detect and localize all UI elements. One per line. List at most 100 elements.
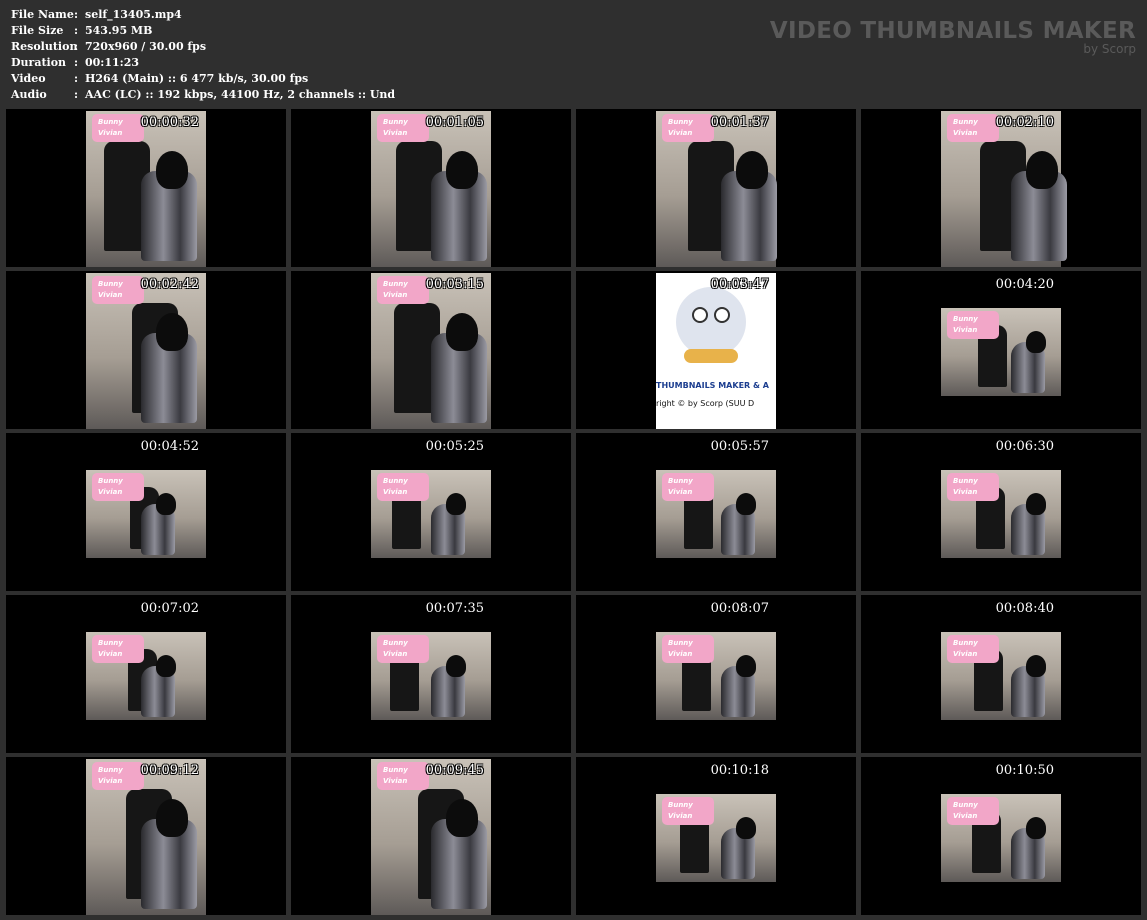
info-label: Video [11,72,46,85]
channel-badge: Bunny Vivian [662,797,714,825]
badge-line: Bunny [98,766,123,774]
badge-line: Vivian [383,488,408,496]
video-frame: Bunny Vivian [86,273,206,429]
badge-line: Vivian [383,777,408,785]
timestamp-label: 00:07:02 [140,601,199,616]
video-frame: Bunny Vivian [86,470,206,558]
figure-shape [1026,817,1046,839]
scroll-icon [684,349,738,363]
timestamp-label: 00:10:18 [710,763,769,778]
badge-line: Bunny [953,118,978,126]
timestamp-label: 00:08:40 [995,601,1054,616]
thumbnail: Bunny Vivian 00:04:20 [861,271,1141,429]
info-label: Audio [11,88,47,101]
brand-subtitle: by Scorp [1083,42,1136,56]
info-row-audio: Audio : AAC (LC) :: 192 kbps, 44100 Hz, … [11,87,395,103]
brand-title: VIDEO THUMBNAILS MAKER [769,18,1136,44]
timestamp-label: 00:01:05 [425,115,484,130]
badge-line: Bunny [98,280,123,288]
thumbnail: Bunny Vivian 00:02:10 [861,109,1141,267]
badge-line: Vivian [953,650,978,658]
thumbnail: Bunny Vivian 00:05:57 [576,433,856,591]
channel-badge: Bunny Vivian [92,762,144,790]
figure-shape [446,151,478,189]
badge-line: Bunny [668,639,693,647]
file-info-panel: File Name : self_13405.mp4 File Size : 5… [11,7,395,103]
channel-badge: Bunny Vivian [377,473,429,501]
badge-line: Bunny [953,315,978,323]
badge-line: Bunny [383,477,408,485]
info-separator: : [74,72,79,85]
figure-shape [156,313,188,351]
info-label: File Name [11,8,74,21]
figure-shape [736,655,756,677]
figure-shape [1026,655,1046,677]
thumbnail: Bunny Vivian 00:00:32 [6,109,286,267]
figure-shape [156,151,188,189]
owl-eye-icon [692,307,708,323]
figure-shape [1026,493,1046,515]
owl-icon [676,287,746,357]
timestamp-label: 00:03:47 [710,277,769,292]
video-frame: Bunny Vivian [941,470,1061,558]
info-separator: : [74,88,79,101]
badge-line: Vivian [953,488,978,496]
thumbnail: Bunny Vivian 00:01:37 [576,109,856,267]
info-row-file-size: File Size : 543.95 MB [11,23,395,39]
timestamp-label: 00:07:35 [425,601,484,616]
badge-line: Bunny [383,766,408,774]
badge-line: Bunny [953,477,978,485]
channel-badge: Bunny Vivian [92,276,144,304]
timestamp-label: 00:01:37 [710,115,769,130]
badge-line: Bunny [98,477,123,485]
figure-shape [736,151,768,189]
figure-shape [1026,331,1046,353]
thumbnail: Bunny Vivian 00:09:45 [291,757,571,915]
figure-shape [736,817,756,839]
badge-line: Bunny [98,639,123,647]
info-value: AAC (LC) :: 192 kbps, 44100 Hz, 2 channe… [85,88,396,101]
badge-line: Bunny [953,639,978,647]
channel-badge: Bunny Vivian [377,635,429,663]
info-separator: : [74,8,79,21]
badge-line: Vivian [383,650,408,658]
figure-shape [736,493,756,515]
badge-line: Vivian [668,488,693,496]
video-frame: Bunny Vivian [371,759,491,915]
thumbnail: Bunny Vivian 00:01:05 [291,109,571,267]
channel-badge: Bunny Vivian [662,635,714,663]
timestamp-label: 00:02:10 [995,115,1054,130]
video-frame: Bunny Vivian [86,111,206,267]
channel-badge: Bunny Vivian [377,762,429,790]
thumbnail: Bunny Vivian 00:07:02 [6,595,286,753]
info-separator: : [74,40,79,53]
timestamp-label: 00:05:25 [425,439,484,454]
badge-line: Bunny [383,280,408,288]
info-value: 720x960 / 30.00 fps [85,40,207,53]
thumbnail: Bunny Vivian 00:10:50 [861,757,1141,915]
badge-line: Vivian [98,129,123,137]
video-frame: Bunny Vivian [371,632,491,720]
info-label: Duration [11,56,67,69]
thumbnail-grid: Bunny Vivian 00:00:32 Bunny Vivian 00:01:05 Bu… [6,109,1141,915]
info-value: self_13405.mp4 [85,8,182,21]
thumbnail: Bunny Vivian 00:05:25 [291,433,571,591]
badge-line: Vivian [668,650,693,658]
badge-line: Vivian [98,488,123,496]
thumbnail: Bunny Vivian 00:09:12 [6,757,286,915]
timestamp-label: 00:04:20 [995,277,1054,292]
channel-badge: Bunny Vivian [92,473,144,501]
info-row-file-name: File Name : self_13405.mp4 [11,7,395,23]
channel-badge: Bunny Vivian [377,114,429,142]
info-row-resolution: Resolution : 720x960 / 30.00 fps [11,39,395,55]
video-frame: Bunny Vivian [86,632,206,720]
channel-badge: Bunny Vivian [947,635,999,663]
badge-line: Vivian [953,326,978,334]
channel-badge: Bunny Vivian [662,473,714,501]
owl-eye-icon [714,307,730,323]
figure-shape [156,493,176,515]
figure-shape [156,655,176,677]
video-frame: Bunny Vivian [941,111,1067,267]
figure-shape [446,655,466,677]
badge-line: Bunny [953,801,978,809]
